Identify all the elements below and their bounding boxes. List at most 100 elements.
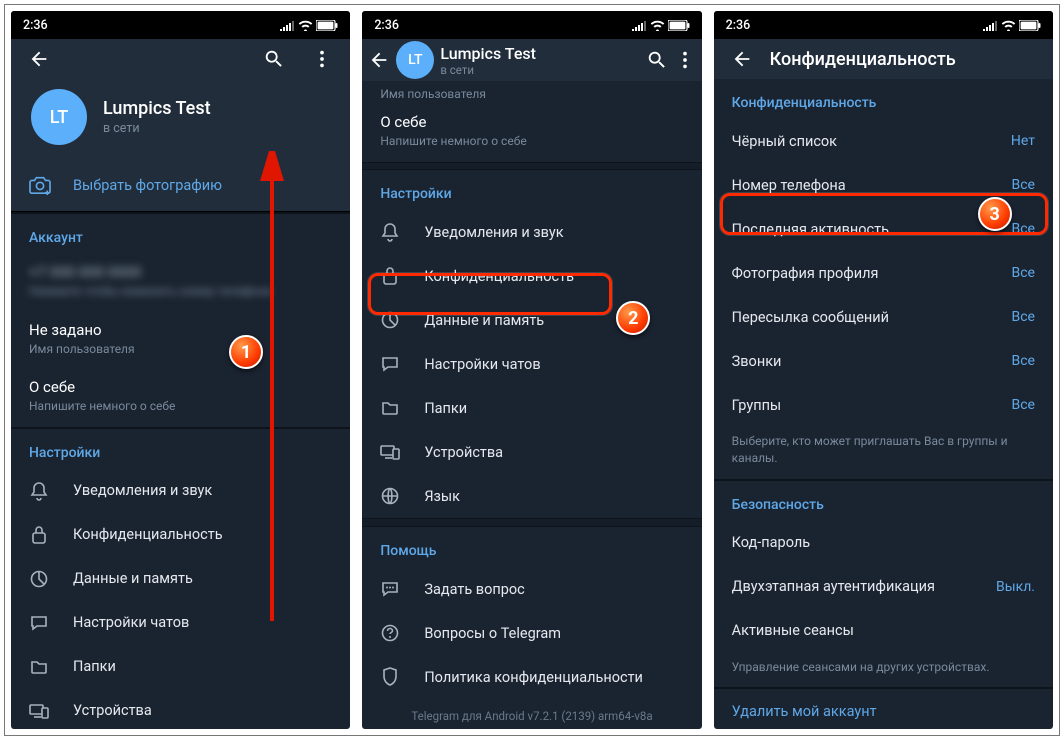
- back-button[interactable]: [368, 49, 390, 71]
- profile-name: Lumpics Test: [103, 98, 211, 119]
- row-forwarding[interactable]: Пересылка сообщений Все: [714, 295, 1053, 339]
- folder-icon: [381, 400, 399, 416]
- wifi-icon: [1001, 20, 1016, 31]
- status-clock: 2:36: [374, 18, 631, 33]
- section-settings: Настройки: [362, 170, 701, 210]
- phone-row[interactable]: +7 000 000 0000 Нажмите чтобы изменить н…: [11, 254, 350, 312]
- row-groups[interactable]: Группы Все: [714, 383, 1053, 427]
- more-vert-icon: [311, 48, 333, 70]
- appbar: LT Lumpics Test в сети: [362, 39, 701, 81]
- bio-row[interactable]: О себе Напишите немного о себе: [11, 369, 350, 427]
- status-clock: 2:36: [23, 18, 280, 33]
- help-icon: [381, 624, 399, 642]
- back-button[interactable]: [19, 39, 59, 79]
- bio-row[interactable]: О себе Напишите немного о себе: [362, 103, 701, 162]
- search-icon: [263, 48, 285, 70]
- arrow-back-icon: [368, 49, 390, 71]
- battery-icon: [1019, 20, 1041, 31]
- devices-icon: [380, 444, 400, 460]
- row-language[interactable]: Язык: [362, 474, 701, 518]
- avatar[interactable]: LT: [396, 41, 434, 79]
- globe-icon: [381, 487, 399, 505]
- row-data[interactable]: Данные и память: [11, 557, 350, 601]
- avatar[interactable]: LT: [31, 89, 87, 145]
- bio-value: О себе: [380, 113, 683, 131]
- row-privacy[interactable]: Конфиденциальность: [362, 254, 701, 298]
- section-settings: Настройки: [11, 429, 350, 469]
- bio-hint: Напишите немного о себе: [380, 134, 683, 150]
- row-active-sessions[interactable]: Активные сеансы: [714, 609, 1053, 653]
- status-bar: 2:36: [11, 11, 350, 39]
- bio-value: О себе: [29, 378, 332, 396]
- signal-icon: [983, 20, 998, 31]
- status-bar: 2:36: [362, 11, 701, 39]
- choose-photo-row[interactable]: Выбрать фотографию: [11, 163, 350, 212]
- row-folders[interactable]: Папки: [11, 645, 350, 689]
- profile-status: в сети: [103, 121, 211, 136]
- row-blocked[interactable]: Чёрный список Нет: [714, 119, 1053, 163]
- status-clock: 2:36: [726, 18, 983, 33]
- row-passcode[interactable]: Код-пароль: [714, 521, 1053, 565]
- appbar: [11, 39, 350, 79]
- section-privacy: Конфиденциальность: [714, 79, 1053, 119]
- annotation-badge-1: 1: [229, 335, 263, 369]
- row-ask-question[interactable]: Задать вопрос: [362, 567, 701, 611]
- signal-icon: [632, 20, 647, 31]
- search-icon: [646, 49, 668, 71]
- row-data[interactable]: Данные и память: [362, 298, 701, 342]
- status-icons: [632, 20, 690, 31]
- row-devices[interactable]: Устройства: [362, 430, 701, 474]
- battery-icon: [316, 20, 338, 31]
- row-policy[interactable]: Политика конфиденциальности: [362, 655, 701, 699]
- back-button[interactable]: [722, 39, 762, 79]
- profile-status: в сети: [440, 63, 639, 77]
- row-privacy[interactable]: Конфиденциальность: [11, 513, 350, 557]
- row-devices[interactable]: Устройства: [11, 689, 350, 729]
- row-folders[interactable]: Папки: [362, 386, 701, 430]
- more-vert-icon: [674, 49, 696, 71]
- row-two-step[interactable]: Двухэтапная аутентификация Выкл.: [714, 565, 1053, 609]
- username-value: Не задано: [29, 321, 332, 339]
- row-calls[interactable]: Звонки Все: [714, 339, 1053, 383]
- bio-hint: Напишите немного о себе: [29, 399, 332, 415]
- sessions-hint: Управление сеансами на других устройства…: [714, 653, 1053, 688]
- section-help: Помощь: [362, 527, 701, 567]
- search-button[interactable]: [646, 49, 668, 71]
- signal-icon: [280, 20, 295, 31]
- profile-name: Lumpics Test: [440, 44, 639, 63]
- delete-account-link[interactable]: Удалить мой аккаунт: [714, 689, 1053, 729]
- status-icons: [983, 20, 1041, 31]
- bell-icon: [30, 481, 48, 501]
- shield-icon: [382, 667, 398, 687]
- lock-icon: [31, 525, 47, 545]
- section-account: Аккаунт: [11, 214, 350, 254]
- username-label: Имя пользователя: [362, 81, 701, 103]
- bell-icon: [381, 222, 399, 242]
- app-version: Telegram для Android v7.2.1 (2139) arm64…: [362, 699, 701, 729]
- profile-header: LT Lumpics Test в сети: [11, 79, 350, 163]
- arrow-back-icon: [28, 48, 50, 70]
- devices-icon: [29, 703, 49, 719]
- choose-photo-label: Выбрать фотографию: [73, 177, 222, 194]
- screen-1-settings-profile: 2:36 LT: [11, 11, 350, 729]
- search-button[interactable]: [254, 39, 294, 79]
- row-notifications[interactable]: Уведомления и звук: [362, 210, 701, 254]
- battery-icon: [668, 20, 690, 31]
- menu-button[interactable]: [302, 39, 342, 79]
- menu-button[interactable]: [674, 49, 696, 71]
- row-chats[interactable]: Настройки чатов: [362, 342, 701, 386]
- section-security: Безопасность: [714, 481, 1053, 521]
- wifi-icon: [650, 20, 665, 31]
- status-icons: [280, 20, 338, 31]
- pie-chart-icon: [30, 570, 48, 588]
- camera-add-icon: [29, 175, 51, 195]
- row-notifications[interactable]: Уведомления и звук: [11, 469, 350, 513]
- lock-icon: [382, 266, 398, 286]
- folder-icon: [30, 659, 48, 675]
- username-label: Имя пользователя: [29, 342, 332, 358]
- username-row[interactable]: Не задано Имя пользователя: [11, 312, 350, 370]
- row-profile-photo[interactable]: Фотография профиля Все: [714, 251, 1053, 295]
- row-chats[interactable]: Настройки чатов: [11, 601, 350, 645]
- row-faq[interactable]: Вопросы о Telegram: [362, 611, 701, 655]
- screen-2-settings-scrolled: 2:36 LT Lumpics Test в сети: [362, 11, 701, 729]
